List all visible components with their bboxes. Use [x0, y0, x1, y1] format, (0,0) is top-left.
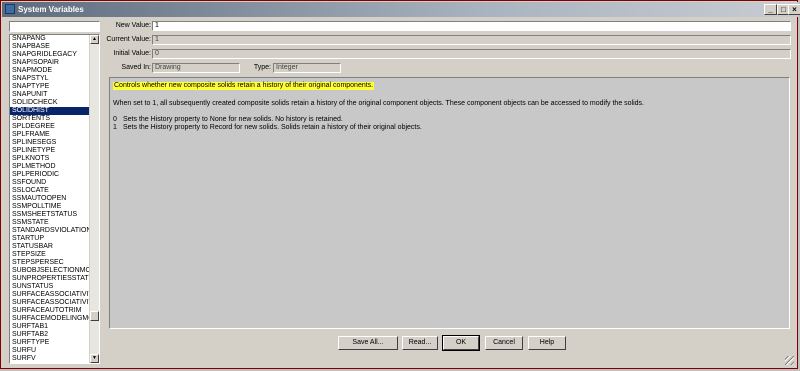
option-key: 1 — [113, 124, 117, 131]
resize-grip-icon[interactable] — [785, 356, 794, 365]
list-item[interactable]: SUNSTATUS — [10, 283, 90, 291]
list-item[interactable]: SUBOBJSELECTIONMOD — [10, 267, 90, 275]
list-item[interactable]: SURFTAB1 — [10, 323, 90, 331]
minimize-button[interactable]: _ — [764, 4, 777, 15]
initial-value-field: 0 — [152, 49, 791, 59]
save-all-button[interactable]: Save All... — [338, 336, 398, 350]
list-item[interactable]: SNAPBASE — [10, 43, 90, 51]
type-label: Type: — [253, 64, 271, 71]
list-item[interactable]: SPLMETHOD — [10, 163, 90, 171]
help-button[interactable]: Help — [528, 336, 566, 350]
variable-listbox[interactable]: SNAPANG SNAPBASE SNAPGRIDLEGACY SNAPISOPAIR… — [9, 34, 100, 364]
cancel-button[interactable]: Cancel — [485, 336, 523, 350]
list-item[interactable]: SURFV — [10, 355, 90, 363]
list-item[interactable]: SNAPANG — [10, 35, 90, 43]
type-field: Integer — [273, 63, 341, 73]
list-item[interactable]: STEPSIZE — [10, 251, 90, 259]
list-item[interactable]: SYSCODEPAGE — [10, 363, 90, 364]
option-text: Sets the History property to Record for … — [123, 124, 422, 131]
read-button[interactable]: Read... — [402, 336, 438, 350]
saved-in-label: Saved In: — [121, 64, 151, 71]
list-item[interactable]: SURFACEAUTOTRIM — [10, 307, 90, 315]
list-item[interactable]: SSMSTATE — [10, 219, 90, 227]
list-item[interactable]: SNAPUNIT — [10, 91, 90, 99]
description-summary: Controls whether new composite solids re… — [113, 82, 375, 90]
list-item[interactable]: SOLIDCHECK — [10, 99, 90, 107]
list-item[interactable]: SPLPERIODIC — [10, 171, 90, 179]
list-scrollbar[interactable]: ▲ ▼ — [89, 35, 99, 363]
scroll-up-arrow-icon[interactable]: ▲ — [90, 35, 99, 44]
list-item[interactable]: SSLOCATE — [10, 187, 90, 195]
new-value-label: New Value: — [115, 22, 151, 29]
scroll-down-arrow-icon[interactable]: ▼ — [90, 354, 99, 363]
title-bar[interactable]: System Variables _ □ × — [2, 2, 800, 17]
list-item[interactable]: SUNPROPERTIESSTATE — [10, 275, 90, 283]
description-panel: Controls whether new composite solids re… — [109, 77, 790, 329]
initial-value-label: Initial Value: — [113, 50, 151, 57]
list-item[interactable]: SPLINETYPE — [10, 147, 90, 155]
list-item[interactable]: SSMAUTOOPEN — [10, 195, 90, 203]
list-item[interactable]: SURFACEASSOCIATIVITY — [10, 299, 90, 307]
variable-search-input[interactable] — [9, 21, 100, 32]
list-item[interactable]: SNAPGRIDLEGACY — [10, 51, 90, 59]
list-item[interactable]: SURFTAB2 — [10, 331, 90, 339]
saved-in-field: Drawing — [152, 63, 240, 73]
list-item[interactable]: SPLINESEGS — [10, 139, 90, 147]
system-variables-window: System Variables _ □ × SNAPANG SNAPBASE SN… — [0, 0, 800, 369]
list-item[interactable]: STEPSPERSEC — [10, 259, 90, 267]
list-item[interactable]: SURFU — [10, 347, 90, 355]
list-item[interactable]: SURFACEMODELINGMOD — [10, 315, 90, 323]
list-item[interactable]: SPLFRAME — [10, 131, 90, 139]
current-value-label: Current Value: — [106, 36, 151, 43]
list-item[interactable]: SNAPTYPE — [10, 83, 90, 91]
list-item[interactable]: SOLIDHIST — [10, 107, 90, 115]
window-title: System Variables — [18, 5, 84, 14]
list-item[interactable]: SORTENTS — [10, 115, 90, 123]
scroll-thumb[interactable] — [90, 311, 99, 321]
close-button[interactable]: × — [788, 4, 800, 15]
list-item[interactable]: SNAPMODE — [10, 67, 90, 75]
list-item[interactable]: SSFOUND — [10, 179, 90, 187]
list-item[interactable]: SURFTYPE — [10, 339, 90, 347]
description-detail: When set to 1, all subsequently created … — [113, 100, 644, 107]
new-value-field[interactable]: 1 — [152, 21, 791, 31]
list-item[interactable]: SSMSHEETSTATUS — [10, 211, 90, 219]
option-text: Sets the History property to None for ne… — [123, 116, 343, 123]
option-key: 0 — [113, 116, 117, 123]
list-item[interactable]: SNAPISOPAIR — [10, 59, 90, 67]
variable-list: SNAPANG SNAPBASE SNAPGRIDLEGACY SNAPISOPAIR… — [10, 35, 90, 364]
list-item[interactable]: SPLDEGREE — [10, 123, 90, 131]
list-item[interactable]: SSMPOLLTIME — [10, 203, 90, 211]
app-icon — [5, 4, 15, 14]
list-item[interactable]: SPLKNOTS — [10, 155, 90, 163]
list-item[interactable]: STARTUP — [10, 235, 90, 243]
ok-button[interactable]: OK — [442, 335, 480, 351]
list-item[interactable]: SURFACEASSOCIATIVITY — [10, 291, 90, 299]
list-item[interactable]: STANDARDSVIOLATION — [10, 227, 90, 235]
current-value-field: 1 — [152, 35, 791, 45]
list-item[interactable]: STATUSBAR — [10, 243, 90, 251]
list-item[interactable]: SNAPSTYL — [10, 75, 90, 83]
